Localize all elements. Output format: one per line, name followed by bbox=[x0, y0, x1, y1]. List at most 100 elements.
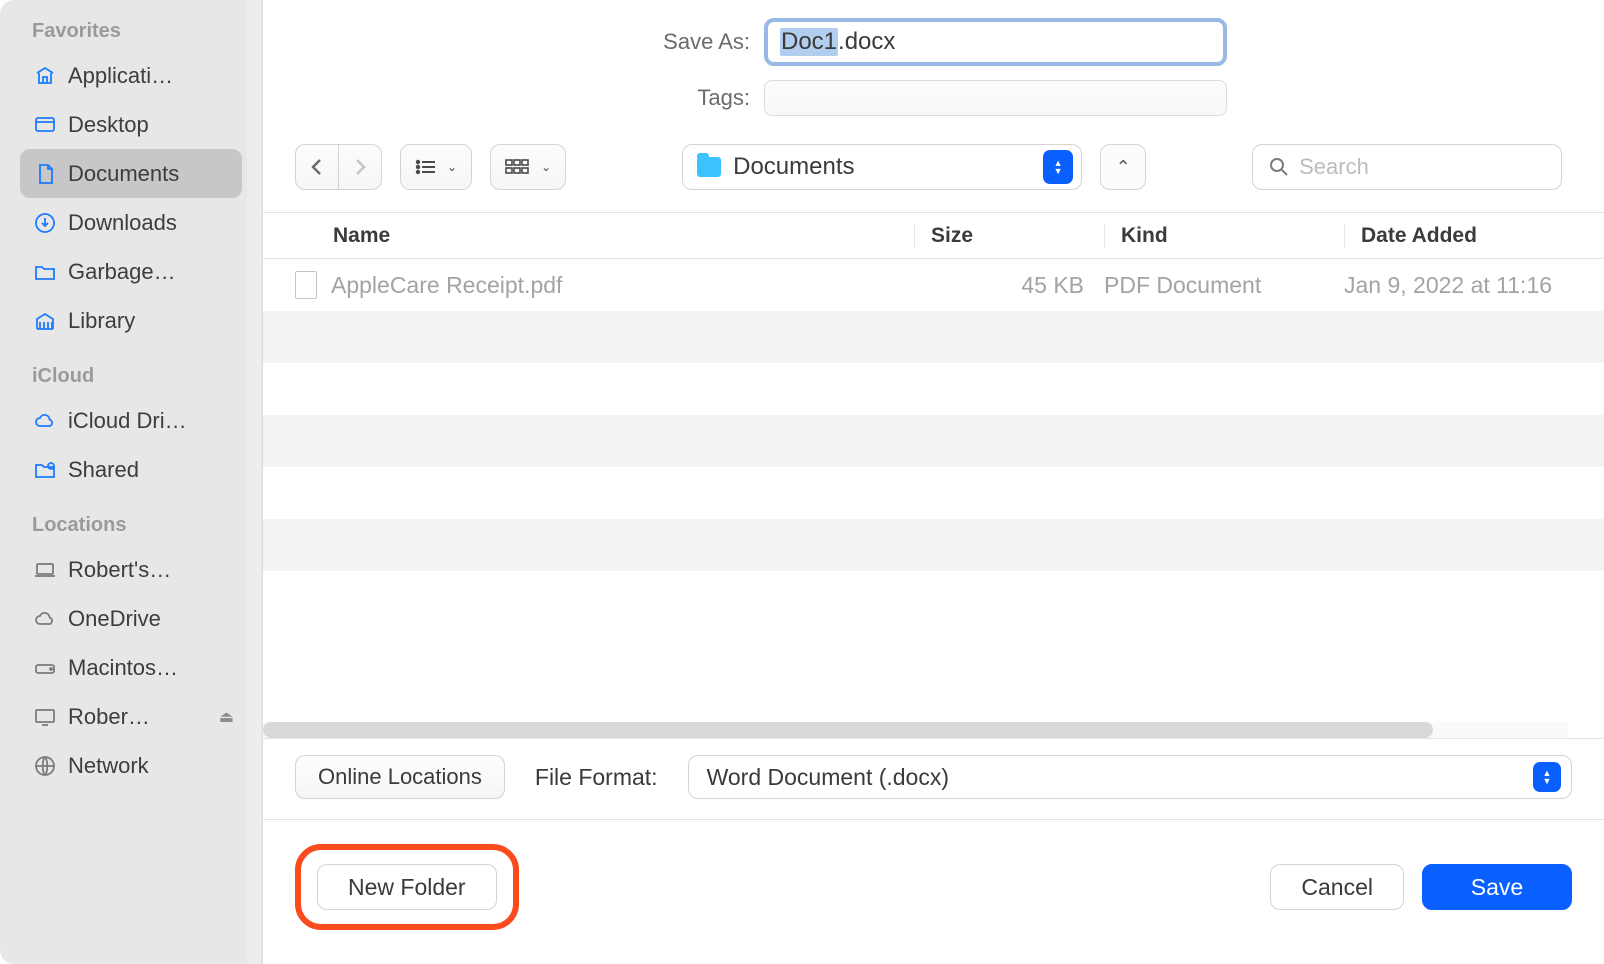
tags-input[interactable] bbox=[764, 80, 1227, 116]
cancel-label: Cancel bbox=[1301, 874, 1373, 901]
sidebar-item-label: Rober… bbox=[68, 704, 209, 730]
search-placeholder: Search bbox=[1299, 154, 1369, 180]
sidebar-item-label: iCloud Dri… bbox=[68, 408, 234, 434]
sidebar-item-label: Library bbox=[68, 308, 234, 334]
display-icon bbox=[32, 704, 58, 730]
col-size[interactable]: Size bbox=[914, 224, 1104, 248]
search-icon bbox=[1269, 157, 1289, 177]
sidebar-item-downloads[interactable]: Downloads bbox=[20, 198, 242, 247]
column-headers: Name Size Kind Date Added bbox=[263, 213, 1604, 259]
file-size: 45 KB bbox=[914, 272, 1104, 299]
sidebar-item-shared[interactable]: Shared bbox=[20, 445, 242, 494]
file-type-icon bbox=[295, 271, 317, 299]
file-area: Name Size Kind Date Added AppleCare Rece… bbox=[263, 212, 1604, 739]
sidebar-item-label: Shared bbox=[68, 457, 234, 483]
group-by-button[interactable]: ⌄ bbox=[490, 144, 566, 190]
file-rows: AppleCare Receipt.pdf 45 KB PDF Document… bbox=[263, 259, 1604, 722]
sidebar-section-icloud: iCloud bbox=[32, 365, 262, 388]
location-label: Documents bbox=[733, 153, 854, 181]
sidebar-item-network[interactable]: Network bbox=[20, 741, 242, 790]
cancel-button[interactable]: Cancel bbox=[1270, 864, 1404, 910]
eject-icon[interactable]: ⏏ bbox=[219, 707, 234, 727]
save-label: Save bbox=[1471, 874, 1523, 901]
file-row-empty: . bbox=[263, 363, 1604, 415]
file-row-empty: . bbox=[263, 519, 1604, 571]
online-locations-button[interactable]: Online Locations bbox=[295, 755, 505, 799]
top-fields: Save As: Doc1.docx Tags: bbox=[263, 0, 1604, 140]
library-icon bbox=[32, 308, 58, 334]
sidebar-item-garbage[interactable]: Garbage… bbox=[20, 247, 242, 296]
sidebar-item-desktop[interactable]: Desktop bbox=[20, 100, 242, 149]
drive-icon bbox=[32, 655, 58, 681]
collapse-button[interactable]: ⌃ bbox=[1100, 144, 1146, 190]
sidebar-item-documents[interactable]: Documents bbox=[20, 149, 242, 198]
apps-icon bbox=[32, 63, 58, 89]
save-as-label: Save As: bbox=[640, 29, 750, 55]
cloud-icon bbox=[32, 606, 58, 632]
file-format-dropdown[interactable]: Word Document (.docx) ▲▼ bbox=[688, 755, 1572, 799]
dropdown-stepper-icon: ▲▼ bbox=[1533, 762, 1561, 792]
file-row-empty: . bbox=[263, 415, 1604, 467]
download-icon bbox=[32, 210, 58, 236]
format-row: Online Locations File Format: Word Docum… bbox=[263, 739, 1604, 820]
dropdown-stepper-icon: ▲▼ bbox=[1043, 150, 1073, 184]
file-format-value: Word Document (.docx) bbox=[707, 764, 949, 791]
forward-button[interactable] bbox=[339, 144, 382, 190]
main-pane: Save As: Doc1.docx Tags: ⌄ ⌄ Documents ▲… bbox=[263, 0, 1604, 964]
sidebar-item-label: Network bbox=[68, 753, 234, 779]
sidebar-item-label: OneDrive bbox=[68, 606, 234, 632]
back-button[interactable] bbox=[295, 144, 339, 190]
bottom-row: New Folder Cancel Save bbox=[263, 820, 1604, 964]
online-locations-label: Online Locations bbox=[318, 764, 482, 790]
sidebar-item-label: Robert's… bbox=[68, 557, 234, 583]
chevron-down-icon: ⌄ bbox=[447, 160, 457, 174]
file-row[interactable]: AppleCare Receipt.pdf 45 KB PDF Document… bbox=[263, 259, 1604, 311]
save-as-input[interactable]: Doc1.docx bbox=[764, 18, 1227, 66]
laptop-icon bbox=[32, 557, 58, 583]
folder-icon bbox=[697, 157, 721, 177]
location-dropdown[interactable]: Documents ▲▼ bbox=[682, 144, 1082, 190]
file-row-empty: . bbox=[263, 571, 1604, 623]
sidebar-scrollbar[interactable] bbox=[247, 0, 261, 964]
col-name[interactable]: Name bbox=[263, 224, 914, 248]
sidebar-item-label: Documents bbox=[68, 161, 234, 187]
file-date: Jan 9, 2022 at 11:16 bbox=[1344, 272, 1604, 299]
sidebar-item-roberts-mac[interactable]: Robert's… bbox=[20, 545, 242, 594]
cloud-icon bbox=[32, 408, 58, 434]
sidebar-item-onedrive[interactable]: OneDrive bbox=[20, 594, 242, 643]
file-kind: PDF Document bbox=[1104, 272, 1344, 299]
globe-icon bbox=[32, 753, 58, 779]
save-button[interactable]: Save bbox=[1422, 864, 1572, 910]
col-date[interactable]: Date Added bbox=[1344, 224, 1604, 248]
sidebar-item-robert-display[interactable]: Rober… ⏏ bbox=[20, 692, 242, 741]
folder-icon bbox=[32, 259, 58, 285]
sidebar-item-label: Garbage… bbox=[68, 259, 234, 285]
sidebar: Favorites Applicati… Desktop Documents D… bbox=[0, 0, 263, 964]
chevron-up-icon: ⌃ bbox=[1116, 157, 1131, 178]
chevron-down-icon: ⌄ bbox=[541, 160, 551, 174]
filename-selection: Doc1 bbox=[780, 28, 838, 56]
file-format-label: File Format: bbox=[535, 764, 658, 791]
sidebar-item-applications[interactable]: Applicati… bbox=[20, 51, 242, 100]
filename-extension: .docx bbox=[838, 28, 895, 56]
col-kind[interactable]: Kind bbox=[1104, 224, 1344, 248]
toolbar: ⌄ ⌄ Documents ▲▼ ⌃ Search bbox=[263, 140, 1604, 212]
sidebar-item-label: Desktop bbox=[68, 112, 234, 138]
desktop-icon bbox=[32, 112, 58, 138]
tags-label: Tags: bbox=[640, 85, 750, 111]
sidebar-item-icloud-drive[interactable]: iCloud Dri… bbox=[20, 396, 242, 445]
horizontal-scrollbar[interactable] bbox=[263, 722, 1568, 738]
new-folder-label: New Folder bbox=[348, 874, 466, 901]
sidebar-section-favorites: Favorites bbox=[32, 20, 262, 43]
search-input[interactable]: Search bbox=[1252, 144, 1562, 190]
sidebar-item-library[interactable]: Library bbox=[20, 296, 242, 345]
view-list-button[interactable]: ⌄ bbox=[400, 144, 472, 190]
highlight-new-folder: New Folder bbox=[295, 844, 519, 930]
sidebar-item-macintosh-hd[interactable]: Macintos… bbox=[20, 643, 242, 692]
file-name: AppleCare Receipt.pdf bbox=[331, 272, 562, 299]
new-folder-button[interactable]: New Folder bbox=[317, 864, 497, 910]
sidebar-item-label: Applicati… bbox=[68, 63, 234, 89]
shared-folder-icon bbox=[32, 457, 58, 483]
file-row-empty: . bbox=[263, 311, 1604, 363]
file-row-empty: . bbox=[263, 467, 1604, 519]
